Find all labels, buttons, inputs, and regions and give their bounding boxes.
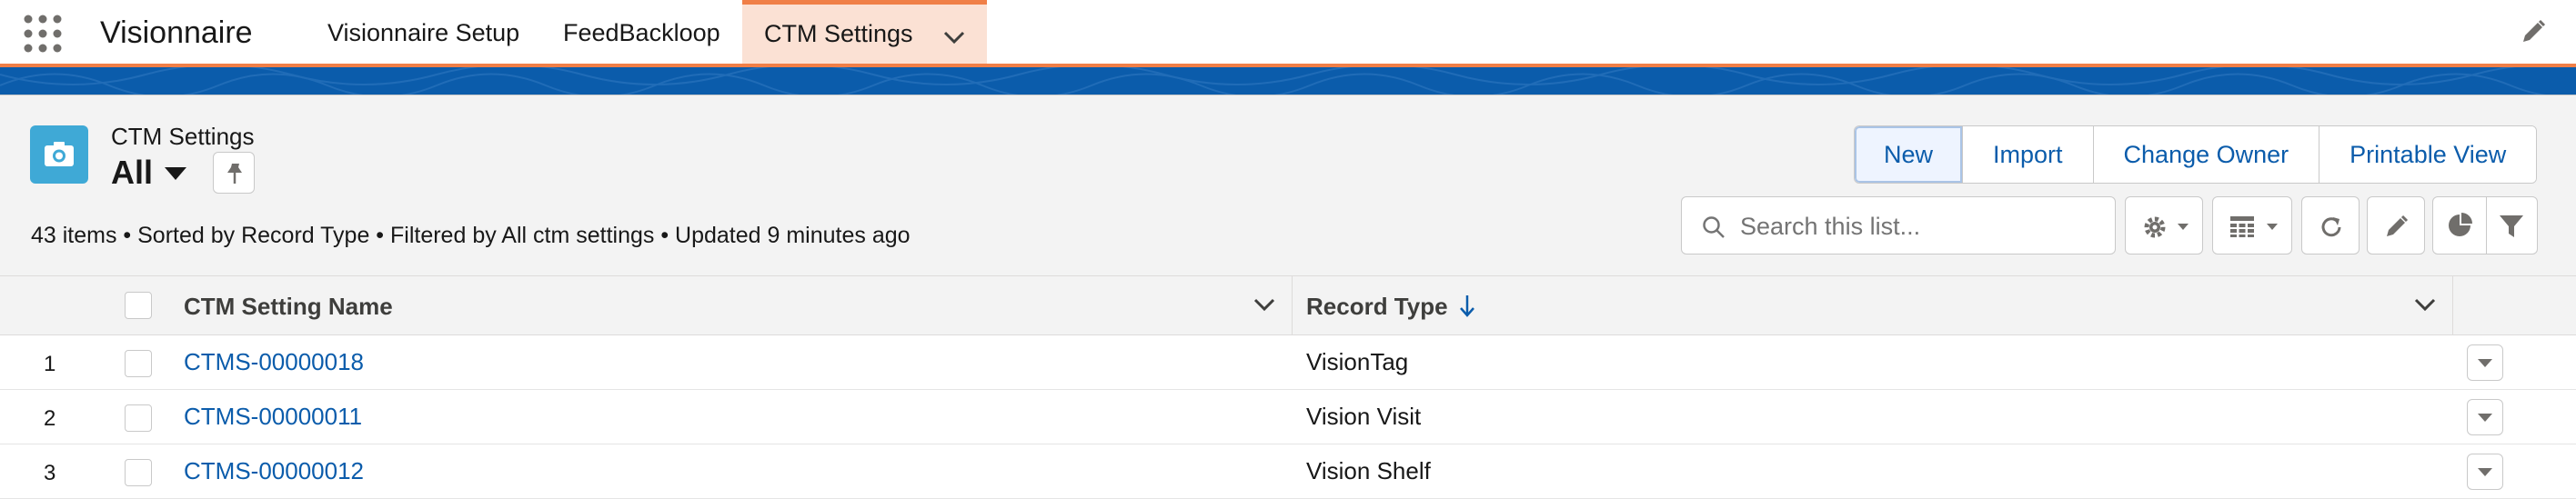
- nav-item-visionnaire-setup[interactable]: Visionnaire Setup: [327, 0, 519, 64]
- pin-list-view-button[interactable]: [213, 152, 255, 194]
- row-actions-button[interactable]: [2467, 399, 2503, 435]
- row-checkbox[interactable]: [125, 350, 152, 377]
- chevron-down-icon[interactable]: [1253, 298, 1275, 315]
- pin-icon: [227, 164, 242, 184]
- brand-band: [0, 67, 2576, 95]
- search-list[interactable]: [1681, 196, 2116, 254]
- table-view-icon: [2230, 216, 2254, 237]
- caret-down-icon: [2267, 224, 2278, 230]
- chart-icon: [2449, 213, 2472, 236]
- select-all-checkbox[interactable]: [125, 292, 152, 319]
- printable-view-button[interactable]: Printable View: [2319, 126, 2537, 183]
- search-input[interactable]: [1738, 208, 2106, 245]
- display-as-button[interactable]: [2212, 196, 2292, 254]
- nav-item-label: FeedBackloop: [563, 19, 720, 46]
- caret-down-icon: [2478, 414, 2492, 422]
- camera-icon: [30, 125, 88, 184]
- nav-item-label: Visionnaire Setup: [327, 19, 520, 46]
- refresh-button[interactable]: [2301, 196, 2360, 254]
- row-number: 1: [44, 352, 56, 376]
- table-row: 2 CTMS-00000011 Vision Visit: [0, 390, 2576, 444]
- table-row: 1 CTMS-00000018 VisionTag: [0, 335, 2576, 390]
- inline-edit-button[interactable]: [2367, 196, 2425, 254]
- row-actions-button[interactable]: [2467, 454, 2503, 490]
- record-link[interactable]: CTMS-00000011: [184, 403, 362, 431]
- list-actions: New Import Change Owner Printable View: [1854, 125, 2538, 184]
- column-divider[interactable]: [1292, 276, 1293, 334]
- refresh-icon: [2321, 217, 2341, 237]
- row-checkbox[interactable]: [125, 459, 152, 486]
- caret-down-icon: [2178, 224, 2189, 230]
- sort-arrow-icon: [1459, 294, 1475, 323]
- app-launcher-icon[interactable]: [24, 15, 62, 53]
- import-button[interactable]: Import: [1962, 126, 2093, 183]
- row-number: 2: [44, 406, 56, 431]
- edit-icon: [2387, 215, 2409, 236]
- row-actions-button[interactable]: [2467, 344, 2503, 381]
- column-header-record-type[interactable]: Record Type: [1306, 293, 1448, 321]
- row-checkbox[interactable]: [125, 404, 152, 432]
- search-icon: [1703, 216, 1725, 238]
- table-row: 3 CTMS-00000012 Vision Shelf: [0, 444, 2576, 499]
- column-divider[interactable]: [2452, 276, 2453, 334]
- record-link[interactable]: CTMS-00000012: [184, 457, 364, 485]
- list-settings-button[interactable]: [2125, 196, 2203, 254]
- chevron-down-icon[interactable]: [2414, 298, 2436, 315]
- record-link[interactable]: CTMS-00000018: [184, 348, 364, 376]
- chevron-down-icon[interactable]: [943, 6, 965, 65]
- filter-icon: [2500, 215, 2523, 237]
- list-summary: 43 items • Sorted by Record Type • Filte…: [31, 223, 911, 248]
- caret-down-icon: [2478, 468, 2492, 476]
- record-type-cell: Vision Visit: [1306, 403, 1422, 430]
- nav-item-feedbackloop[interactable]: FeedBackloop: [563, 0, 720, 64]
- app-name: Visionnaire: [100, 15, 253, 50]
- caret-down-icon[interactable]: [164, 166, 187, 185]
- record-type-cell: VisionTag: [1306, 348, 1409, 375]
- nav-item-ctm-settings[interactable]: CTM Settings: [742, 0, 988, 65]
- change-owner-button[interactable]: Change Owner: [2092, 126, 2319, 183]
- filter-button[interactable]: [2486, 197, 2537, 254]
- column-header-name[interactable]: CTM Setting Name: [184, 293, 393, 321]
- record-type-cell: Vision Shelf: [1306, 457, 1431, 484]
- edit-icon[interactable]: [2520, 18, 2547, 45]
- chart-filter-group: [2432, 196, 2538, 254]
- row-number: 3: [44, 461, 56, 485]
- object-type-label: CTM Settings: [111, 123, 255, 150]
- settings-icon: [2144, 216, 2166, 238]
- caret-down-icon: [2478, 359, 2492, 367]
- chart-button[interactable]: [2433, 197, 2487, 254]
- new-button[interactable]: New: [1855, 126, 1963, 183]
- nav-item-label: CTM Settings: [764, 20, 913, 47]
- list-view-selector[interactable]: All: [111, 154, 153, 192]
- table-header: CTM Setting Name Record Type: [0, 275, 2576, 335]
- global-nav: Visionnaire Visionnaire Setup FeedBacklo…: [0, 0, 2576, 67]
